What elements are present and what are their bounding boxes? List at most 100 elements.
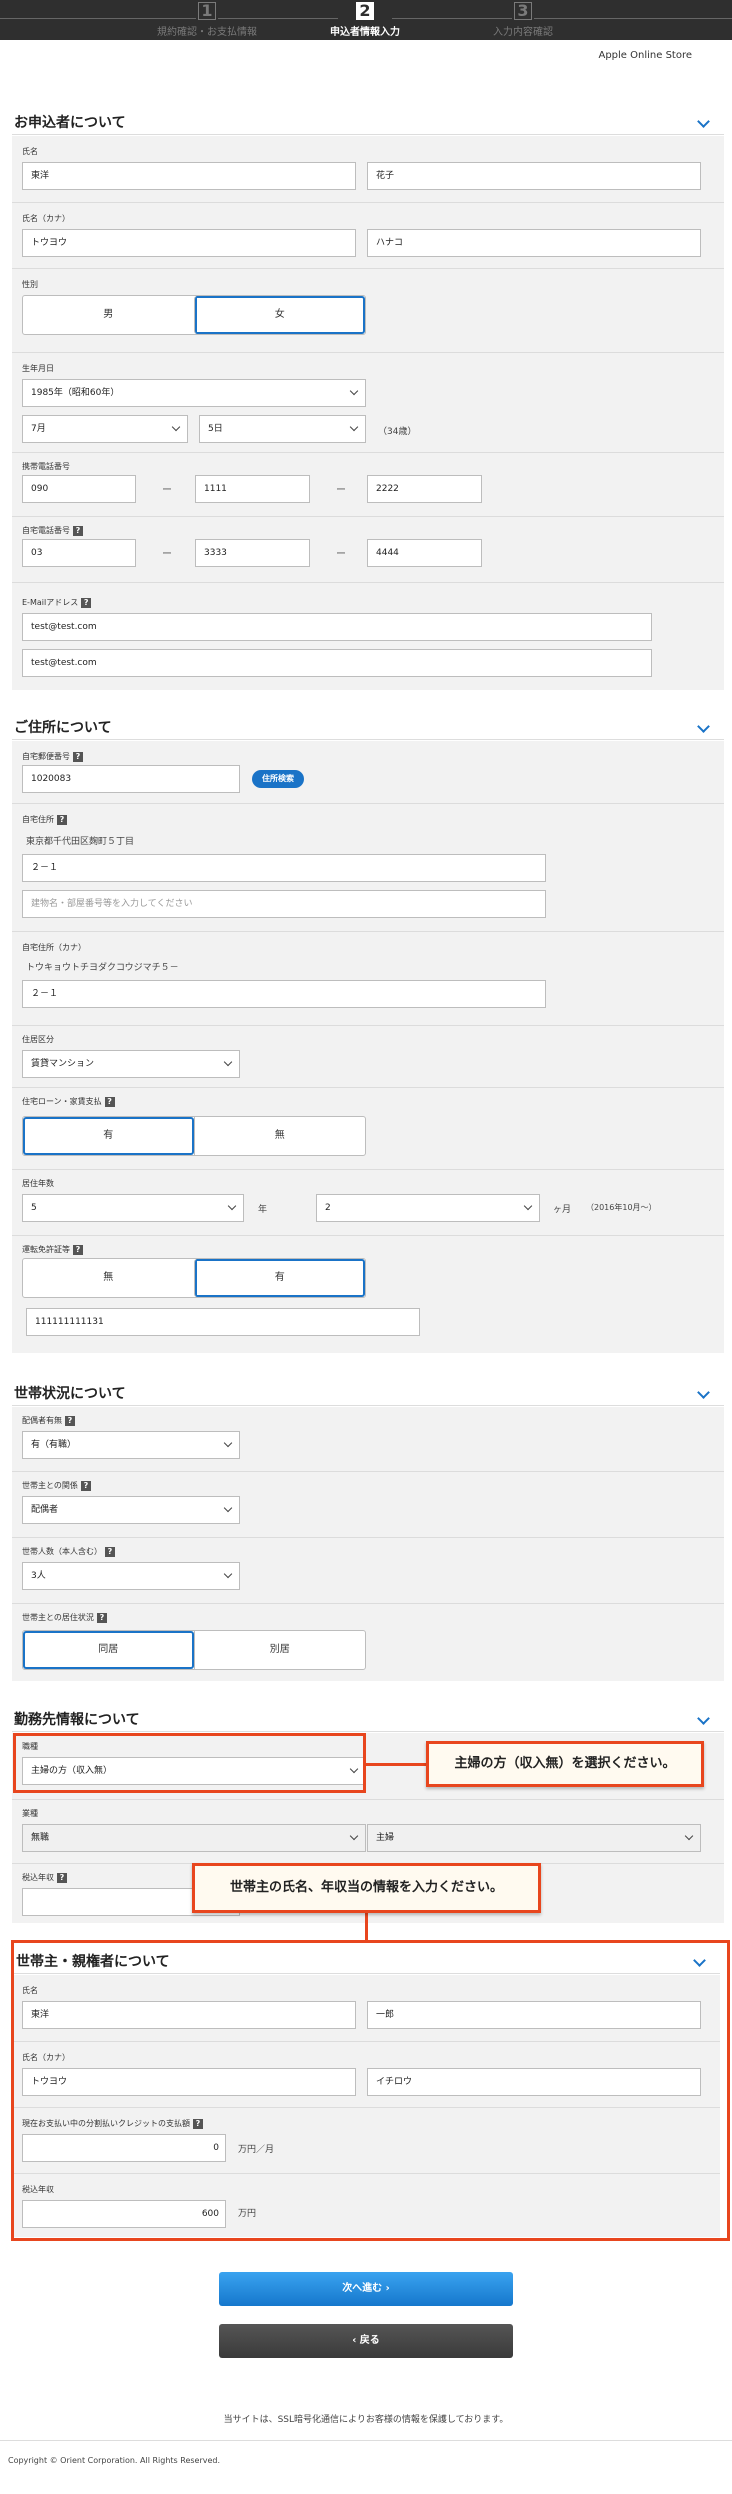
home-phone-1-input[interactable]: 03 <box>22 539 136 567</box>
step-3-number: 3 <box>514 2 532 20</box>
residence-years-label: 居住年数 <box>22 1179 54 1188</box>
chevron-down-icon <box>171 422 181 432</box>
chevron-down-icon[interactable] <box>697 1712 710 1725</box>
back-button[interactable]: ‹ 戻る <box>219 2324 513 2358</box>
address-kana-line-input[interactable]: ２－１ <box>22 980 546 1008</box>
first-name-input[interactable]: 花子 <box>367 162 701 190</box>
applicant-section-title[interactable]: お申込者について <box>12 105 724 135</box>
relation-select[interactable]: 配偶者 <box>22 1496 240 1524</box>
help-icon[interactable]: ? <box>96 1612 107 1623</box>
help-icon[interactable]: ? <box>105 1546 115 1557</box>
help-icon[interactable]: ? <box>73 1244 83 1255</box>
spouse-label: 配偶者有無? <box>22 1415 75 1426</box>
mobile-2-input[interactable]: 1111 <box>195 475 310 503</box>
home-phone-2-input[interactable]: 3333 <box>195 539 310 567</box>
members-label: 世帯人数（本人含む）? <box>22 1546 115 1557</box>
birth-year-select[interactable]: 1985年（昭和60年） <box>22 379 366 407</box>
chevron-down-icon <box>349 386 359 396</box>
address-line-input[interactable]: ２－１ <box>22 854 546 882</box>
chevron-down-icon <box>223 1057 233 1067</box>
help-icon[interactable]: ? <box>80 1480 91 1491</box>
chevron-down-icon[interactable] <box>697 720 710 733</box>
gender-female-option[interactable]: 女 <box>193 296 366 334</box>
employment-section-title[interactable]: 勤務先情報について <box>12 1702 724 1732</box>
help-icon[interactable]: ? <box>81 597 92 608</box>
help-icon[interactable]: ? <box>57 1872 67 1883</box>
residence-years-select[interactable]: 5 <box>22 1194 244 1222</box>
gender-male-option[interactable]: 男 <box>23 296 194 334</box>
residence-years-row: 居住年数 5 年 2 ヶ月 （2016年10月～） <box>12 1169 724 1235</box>
step-2-number: 2 <box>356 2 374 20</box>
job-highlight-box <box>13 1733 366 1793</box>
building-input[interactable]: 建物名・部屋番号等を入力してください <box>22 890 546 918</box>
home-phone-label-text: 自宅電話番号 <box>22 526 70 535</box>
name-row: 氏名 東洋 花子 <box>12 136 724 202</box>
email-row: E-Mailアドレス? test@test.com test@test.com <box>12 582 724 690</box>
industry-value: 無職 <box>31 1833 50 1843</box>
license-number-input[interactable]: 111111111131 <box>26 1308 420 1336</box>
email-label: E-Mailアドレス? <box>22 597 92 608</box>
industry-select[interactable]: 無職 <box>22 1824 366 1852</box>
footer-divider <box>0 2440 732 2441</box>
applicant-panel: 氏名 東洋 花子 氏名（カナ） トウヨウ ハナコ 性別 男 女 生年月日 198… <box>12 136 724 690</box>
loan-yes-option[interactable]: 有 <box>23 1117 194 1155</box>
living-together-option[interactable]: 同居 <box>23 1631 194 1669</box>
next-button[interactable]: 次へ進む › <box>219 2272 513 2306</box>
email-input[interactable]: test@test.com <box>22 613 652 641</box>
address-row: 自宅住所? 東京都千代田区麹町５丁目 ２－１ 建物名・部屋番号等を入力してくださ… <box>12 803 724 931</box>
industry-sub-value: 主婦 <box>376 1833 395 1843</box>
mobile-1-input[interactable]: 090 <box>22 475 136 503</box>
birth-day-select[interactable]: 5日 <box>199 415 366 443</box>
last-name-input[interactable]: 東洋 <box>22 162 356 190</box>
mobile-3-input[interactable]: 2222 <box>367 475 482 503</box>
spouse-select[interactable]: 有（有職） <box>22 1431 240 1459</box>
email-confirm-input[interactable]: test@test.com <box>22 649 652 677</box>
mobile-label: 携帯電話番号 <box>22 462 70 471</box>
housing-type-select[interactable]: 賃貸マンション <box>22 1050 240 1078</box>
name-label: 氏名 <box>22 147 38 156</box>
loan-toggle: 有 無 <box>22 1116 366 1156</box>
members-select[interactable]: 3人 <box>22 1562 240 1590</box>
help-icon[interactable]: ? <box>73 751 83 762</box>
chevron-down-icon[interactable] <box>697 1386 710 1399</box>
residence-years-value: 5 <box>31 1203 37 1213</box>
birth-year-value: 1985年（昭和60年） <box>31 388 120 398</box>
residence-months-select[interactable]: 2 <box>316 1194 540 1222</box>
household-section-title[interactable]: 世帯状況について <box>12 1376 724 1406</box>
license-label-text: 運転免許証等 <box>22 1245 70 1254</box>
gender-label: 性別 <box>22 280 38 289</box>
address-kana-row: 自宅住所（カナ） トウキョウトチヨダクコウジマチ５－ ２－１ <box>12 931 724 1025</box>
last-kana-input[interactable]: トウヨウ <box>22 229 356 257</box>
relation-label: 世帯主との関係? <box>22 1480 91 1491</box>
chevron-down-icon <box>523 1201 533 1211</box>
help-icon[interactable]: ? <box>65 1415 75 1426</box>
step-3: 3 入力内容確認 <box>433 2 613 38</box>
housing-type-label: 住居区分 <box>22 1035 54 1044</box>
help-icon[interactable]: ? <box>57 814 67 825</box>
callout-connector <box>366 1763 428 1766</box>
chevron-down-icon <box>227 1201 237 1211</box>
industry-label: 業種 <box>22 1809 38 1818</box>
dash-separator: ー <box>162 549 172 560</box>
household-title-text: 世帯状況について <box>14 1386 126 1402</box>
living-separate-option[interactable]: 別居 <box>193 1631 366 1669</box>
first-kana-input[interactable]: ハナコ <box>367 229 701 257</box>
industry-sub-select[interactable]: 主婦 <box>367 1824 701 1852</box>
birth-row: 生年月日 1985年（昭和60年） 7月 5日 （34歳） <box>12 352 724 452</box>
chevron-down-icon <box>349 422 359 432</box>
address-label: 自宅住所? <box>22 814 67 825</box>
birth-month-select[interactable]: 7月 <box>22 415 188 443</box>
help-icon[interactable]: ? <box>104 1096 115 1107</box>
loan-row: 住宅ローン・家賃支払? 有 無 <box>12 1087 724 1169</box>
license-no-option[interactable]: 無 <box>23 1259 194 1297</box>
spouse-value: 有（有職） <box>31 1440 77 1450</box>
home-phone-3-input[interactable]: 4444 <box>367 539 482 567</box>
zip-search-button[interactable]: 住所検索 <box>252 770 304 788</box>
help-icon[interactable]: ? <box>73 525 83 536</box>
license-yes-option[interactable]: 有 <box>193 1259 366 1297</box>
address-section-title[interactable]: ご住所について <box>12 710 724 740</box>
loan-no-option[interactable]: 無 <box>193 1117 366 1155</box>
chevron-down-icon[interactable] <box>697 115 710 128</box>
zip-input[interactable]: 1020083 <box>22 765 240 793</box>
applicant-title-text: お申込者について <box>14 115 126 131</box>
